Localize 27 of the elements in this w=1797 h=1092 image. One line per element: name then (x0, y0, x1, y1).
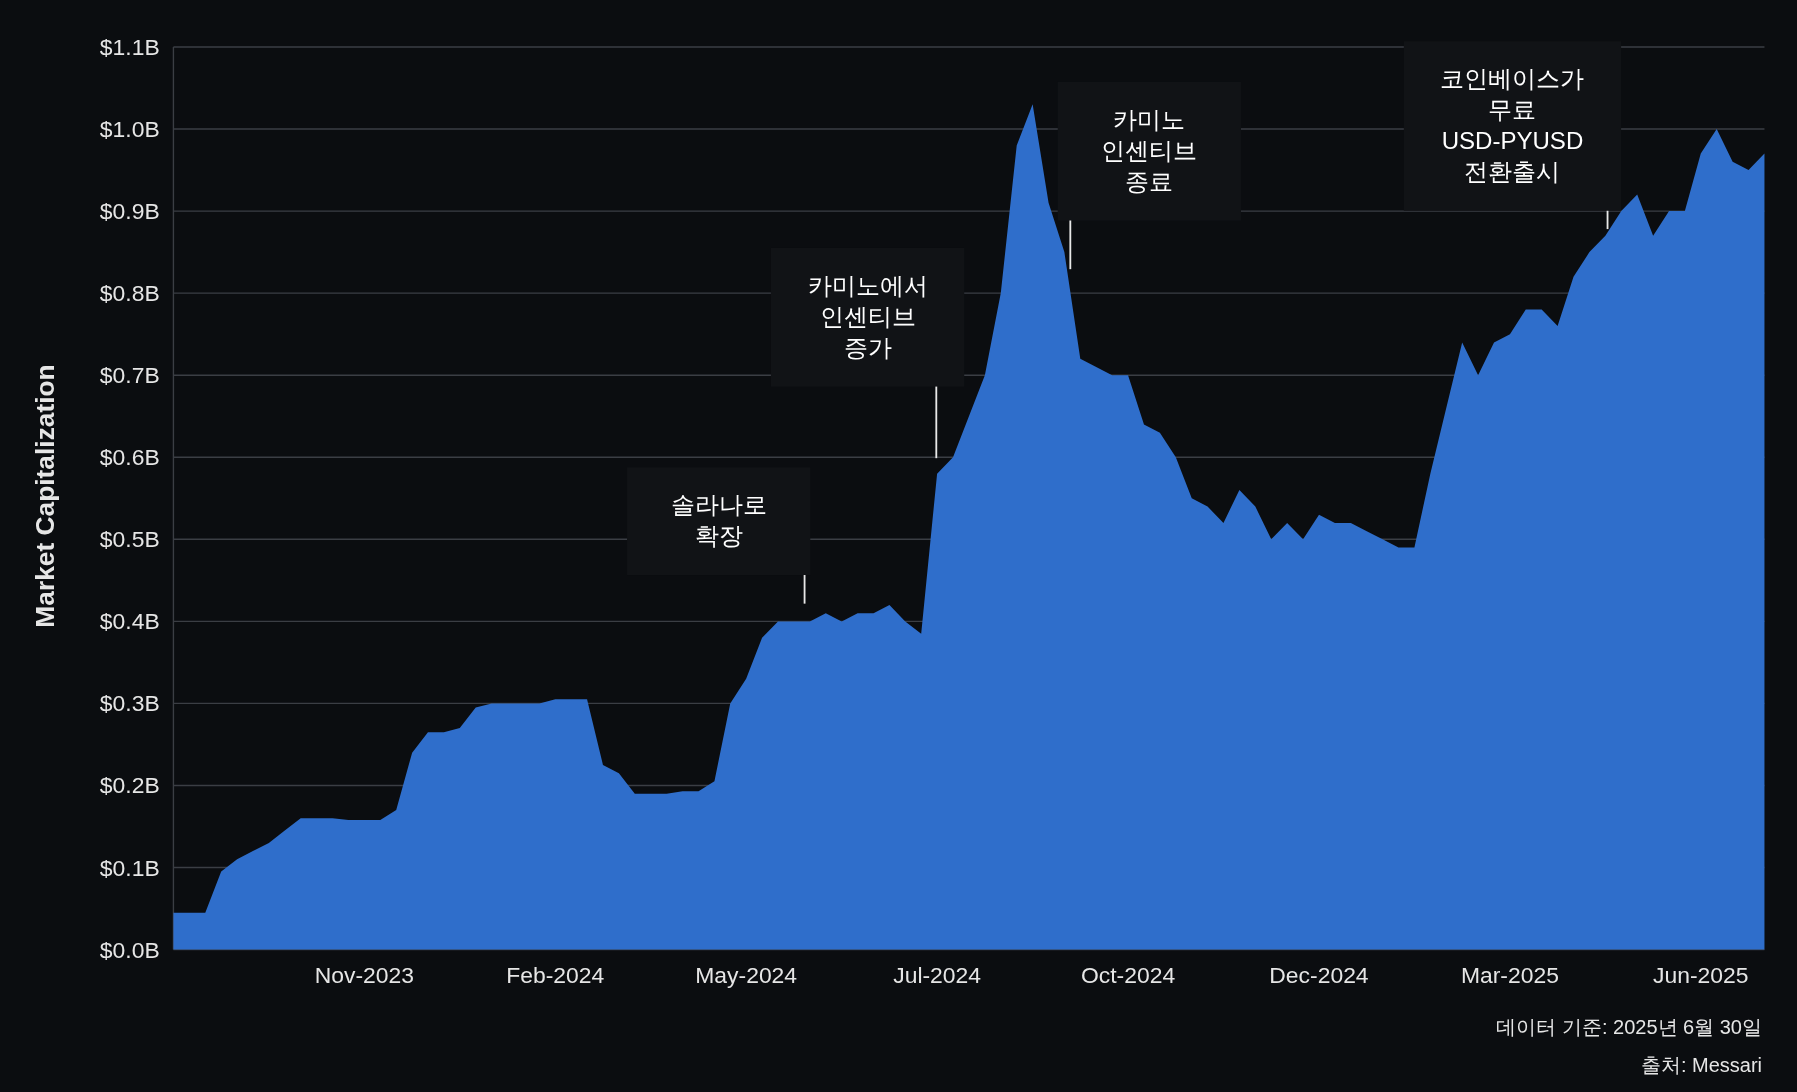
x-tick-label: Feb-2024 (506, 961, 605, 988)
y-axis-title: Market Capitalization (30, 364, 61, 628)
y-tick-label: $0.8B (99, 280, 160, 307)
data-date-note: 데이터 기준: 2025년 6월 30일 (1496, 1016, 1762, 1038)
x-tick-label: Dec-2024 (1269, 961, 1369, 988)
y-tick-label: $0.5B (99, 526, 160, 553)
x-tick-label: Oct-2024 (1080, 961, 1176, 988)
y-tick-label: $1.1B (99, 34, 160, 60)
annotation-label: 카미노에서 인센티브 증가 (807, 271, 928, 361)
y-tick-label: $0.0B (99, 936, 160, 963)
y-tick-label: $1.0B (99, 116, 160, 143)
y-tick-label: $0.3B (99, 690, 160, 717)
annotation-label: 카미노 인센티브 종료 (1101, 105, 1198, 195)
x-tick-label: Jul-2024 (893, 961, 982, 988)
y-tick-label: $0.7B (99, 362, 160, 389)
y-tick-label: $0.4B (99, 608, 160, 635)
x-tick-label: Jun-2025 (1653, 961, 1749, 988)
x-tick-label: Mar-2025 (1460, 961, 1559, 988)
annotation-label: 코인베이스가 무료 USD-PYUSD 전환출시 (1440, 65, 1585, 185)
x-tick-label: Nov-2023 (314, 961, 414, 988)
y-tick-label: $0.6B (99, 444, 160, 471)
y-tick-label: $0.9B (99, 198, 160, 225)
x-tick-label: May-2024 (695, 961, 798, 988)
y-tick-label: $0.2B (99, 772, 160, 799)
y-tick-label: $0.1B (99, 854, 160, 881)
source-note: 출처: Messari (1640, 1054, 1762, 1076)
annotation-label: 솔라나로 확장 (670, 491, 767, 550)
